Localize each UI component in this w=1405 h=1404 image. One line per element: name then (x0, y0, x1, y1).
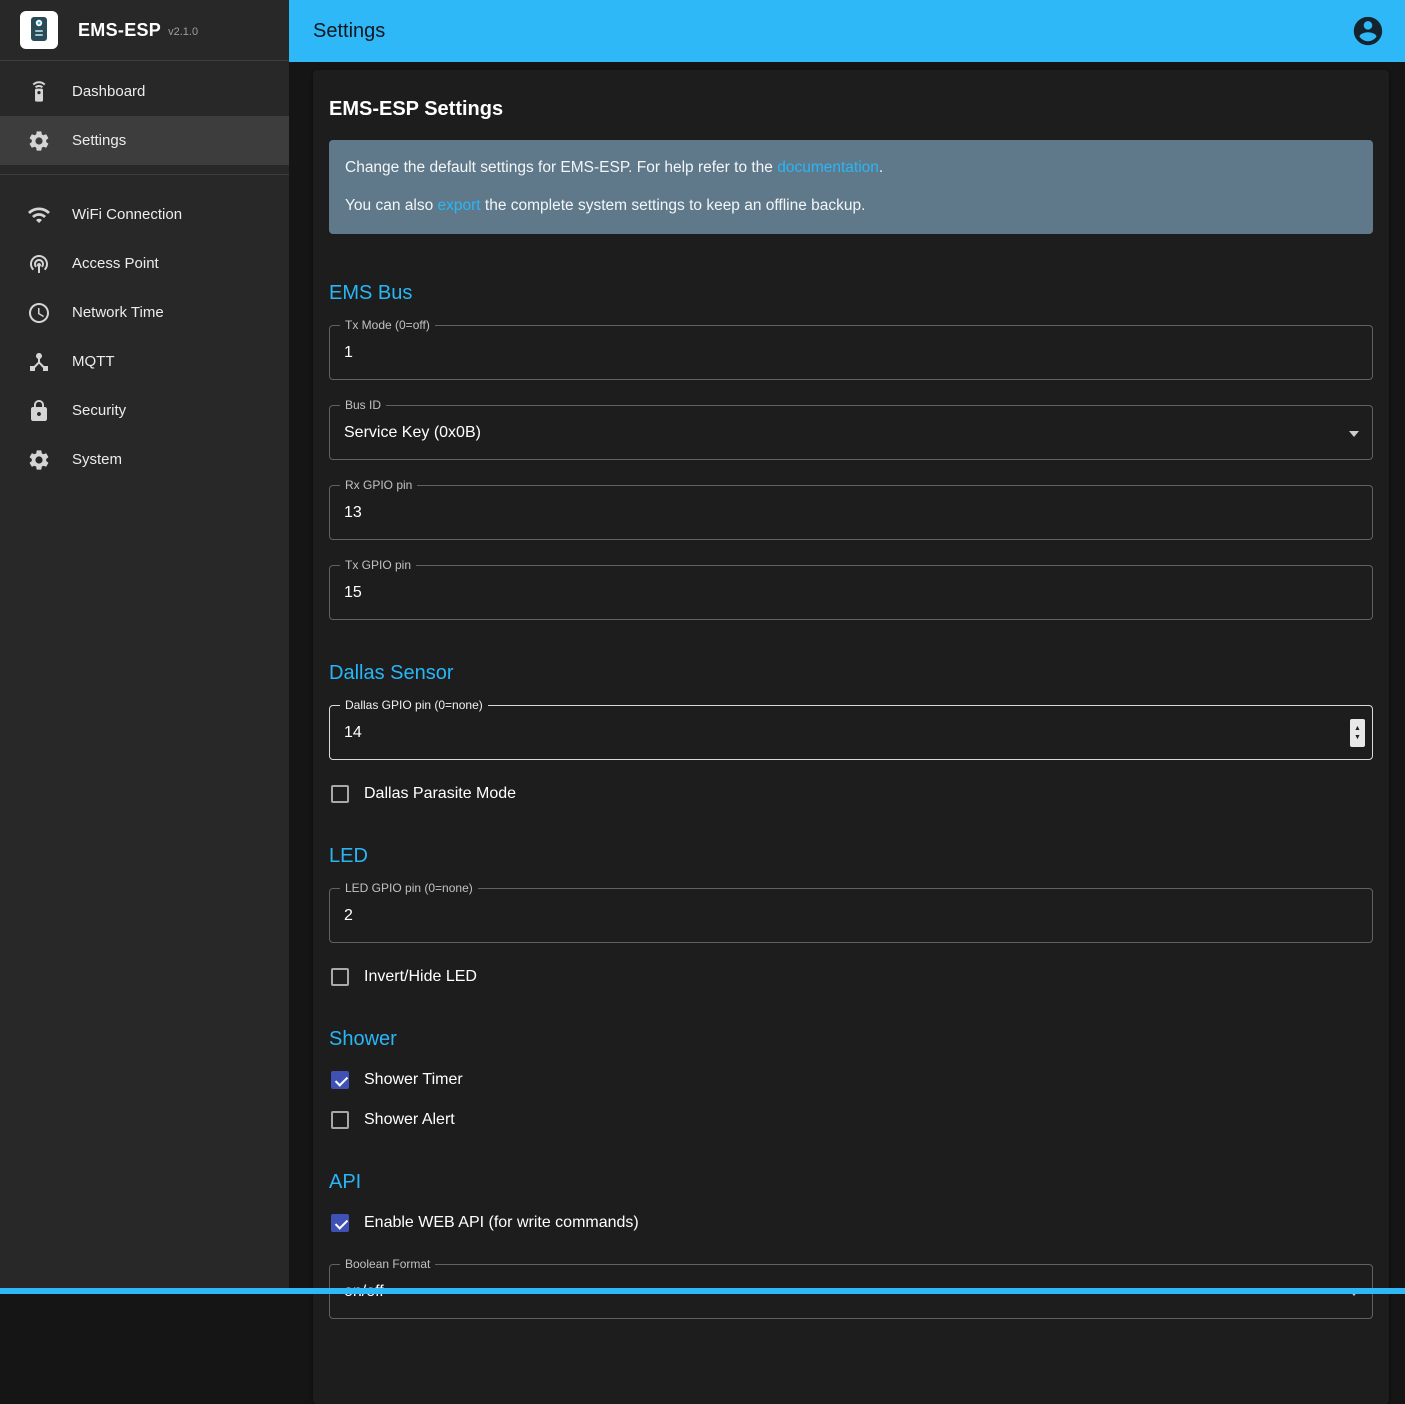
sidebar-item-label: Settings (72, 132, 126, 149)
settings-card: EMS-ESP Settings Change the default sett… (313, 70, 1389, 1404)
sidebar-nav-primary: Dashboard Settings (0, 61, 289, 165)
section-heading-shower: Shower (329, 1028, 1373, 1051)
sidebar-divider (0, 174, 289, 175)
dallas-gpio-label: Dallas GPIO pin (0=none) (340, 698, 488, 712)
info-line-2: You can also export the complete system … (345, 196, 1357, 216)
bottom-accent-bar (0, 1288, 1405, 1294)
sidebar-item-system[interactable]: System (0, 435, 289, 484)
content: EMS-ESP Settings Change the default sett… (289, 62, 1405, 1404)
appbar: Settings (289, 0, 1405, 62)
main-area: Settings EMS-ESP Settings Change the def… (289, 0, 1405, 1294)
tx-mode-field: Tx Mode (0=off) (329, 325, 1373, 380)
sidebar-item-security[interactable]: Security (0, 386, 289, 435)
invert-led-checkbox-row[interactable]: Invert/Hide LED (331, 968, 1373, 986)
checkbox-icon[interactable] (331, 1214, 349, 1232)
shower-timer-checkbox-row[interactable]: Shower Timer (331, 1071, 1373, 1089)
wifi-icon (27, 203, 51, 227)
device-hub-icon (27, 350, 51, 374)
device-logo-icon (26, 15, 52, 45)
checkbox-icon[interactable] (331, 1111, 349, 1129)
gear-icon (27, 448, 51, 472)
rx-gpio-input[interactable] (330, 504, 1372, 522)
sidebar-header: EMS-ESP v2.1.0 (0, 0, 289, 61)
sidebar-item-label: Security (72, 402, 126, 419)
sidebar-item-label: WiFi Connection (72, 206, 182, 223)
sidebar-item-network-time[interactable]: Network Time (0, 288, 289, 337)
info-line-1: Change the default settings for EMS-ESP.… (345, 158, 1357, 178)
bus-id-label: Bus ID (340, 398, 386, 412)
checkbox-icon[interactable] (331, 1071, 349, 1089)
checkbox-icon[interactable] (331, 785, 349, 803)
text: . (879, 159, 883, 176)
shower-alert-checkbox-row[interactable]: Shower Alert (331, 1111, 1373, 1129)
tx-mode-input[interactable] (330, 344, 1372, 362)
page-title: Settings (313, 20, 385, 43)
sidebar-item-label: System (72, 451, 122, 468)
info-box: Change the default settings for EMS-ESP.… (329, 140, 1373, 234)
sidebar-item-access-point[interactable]: Access Point (0, 239, 289, 288)
text: the complete system settings to keep an … (481, 197, 866, 214)
app-name: EMS-ESP (78, 20, 161, 41)
app-version: v2.1.0 (168, 22, 198, 38)
text: Change the default settings for EMS-ESP.… (345, 159, 777, 176)
rx-gpio-field: Rx GPIO pin (329, 485, 1373, 540)
rx-gpio-label: Rx GPIO pin (340, 478, 417, 492)
sidebar-item-label: Dashboard (72, 83, 145, 100)
dallas-gpio-input[interactable] (330, 724, 1372, 742)
account-circle-icon[interactable] (1351, 14, 1385, 48)
section-heading-api: API (329, 1171, 1373, 1194)
bus-id-value: Service Key (0x0B) (330, 424, 495, 442)
tx-gpio-label: Tx GPIO pin (340, 558, 416, 572)
spinner-down-icon[interactable]: ▼ (1354, 733, 1361, 742)
dallas-gpio-field: Dallas GPIO pin (0=none) ▲▼ (329, 705, 1373, 760)
sidebar-item-settings[interactable]: Settings (0, 116, 289, 165)
documentation-link[interactable]: documentation (777, 159, 879, 176)
checkbox-icon[interactable] (331, 968, 349, 986)
section-heading-dallas-sensor: Dallas Sensor (329, 662, 1373, 685)
access-point-icon (27, 252, 51, 276)
tx-gpio-field: Tx GPIO pin (329, 565, 1373, 620)
section-heading-ems-bus: EMS Bus (329, 282, 1373, 305)
sidebar-item-wifi-connection[interactable]: WiFi Connection (0, 190, 289, 239)
sidebar: EMS-ESP v2.1.0 Dashboard Settings (0, 0, 289, 1294)
clock-icon (27, 301, 51, 325)
sidebar-item-label: MQTT (72, 353, 115, 370)
checkbox-label: Invert/Hide LED (364, 968, 477, 986)
sidebar-item-mqtt[interactable]: MQTT (0, 337, 289, 386)
number-spinner[interactable]: ▲▼ (1350, 719, 1365, 747)
spinner-up-icon[interactable]: ▲ (1354, 724, 1361, 733)
led-gpio-field: LED GPIO pin (0=none) (329, 888, 1373, 943)
led-gpio-label: LED GPIO pin (0=none) (340, 881, 478, 895)
dallas-parasite-checkbox-row[interactable]: Dallas Parasite Mode (331, 785, 1373, 803)
led-gpio-input[interactable] (330, 907, 1372, 925)
tx-mode-label: Tx Mode (0=off) (340, 318, 435, 332)
ems-esp-logo (20, 11, 58, 49)
tx-gpio-input[interactable] (330, 584, 1372, 602)
text: You can also (345, 197, 438, 214)
sidebar-nav-secondary: WiFi Connection Access Point Network Tim… (0, 184, 289, 484)
card-title: EMS-ESP Settings (329, 98, 1373, 121)
dashboard-device-icon (27, 80, 51, 104)
export-link[interactable]: export (438, 197, 481, 214)
checkbox-label: Shower Alert (364, 1111, 455, 1129)
sidebar-item-label: Access Point (72, 255, 159, 272)
sidebar-item-dashboard[interactable]: Dashboard (0, 67, 289, 116)
gear-icon (27, 129, 51, 153)
bus-id-select[interactable]: Bus ID Service Key (0x0B) (329, 405, 1373, 460)
checkbox-label: Dallas Parasite Mode (364, 785, 516, 803)
boolean-format-label: Boolean Format (340, 1257, 435, 1271)
checkbox-label: Shower Timer (364, 1071, 463, 1089)
chevron-down-icon (1349, 431, 1359, 437)
lock-icon (27, 399, 51, 423)
checkbox-label: Enable WEB API (for write commands) (364, 1214, 639, 1232)
sidebar-item-label: Network Time (72, 304, 164, 321)
enable-web-api-checkbox-row[interactable]: Enable WEB API (for write commands) (331, 1214, 1373, 1232)
section-heading-led: LED (329, 845, 1373, 868)
